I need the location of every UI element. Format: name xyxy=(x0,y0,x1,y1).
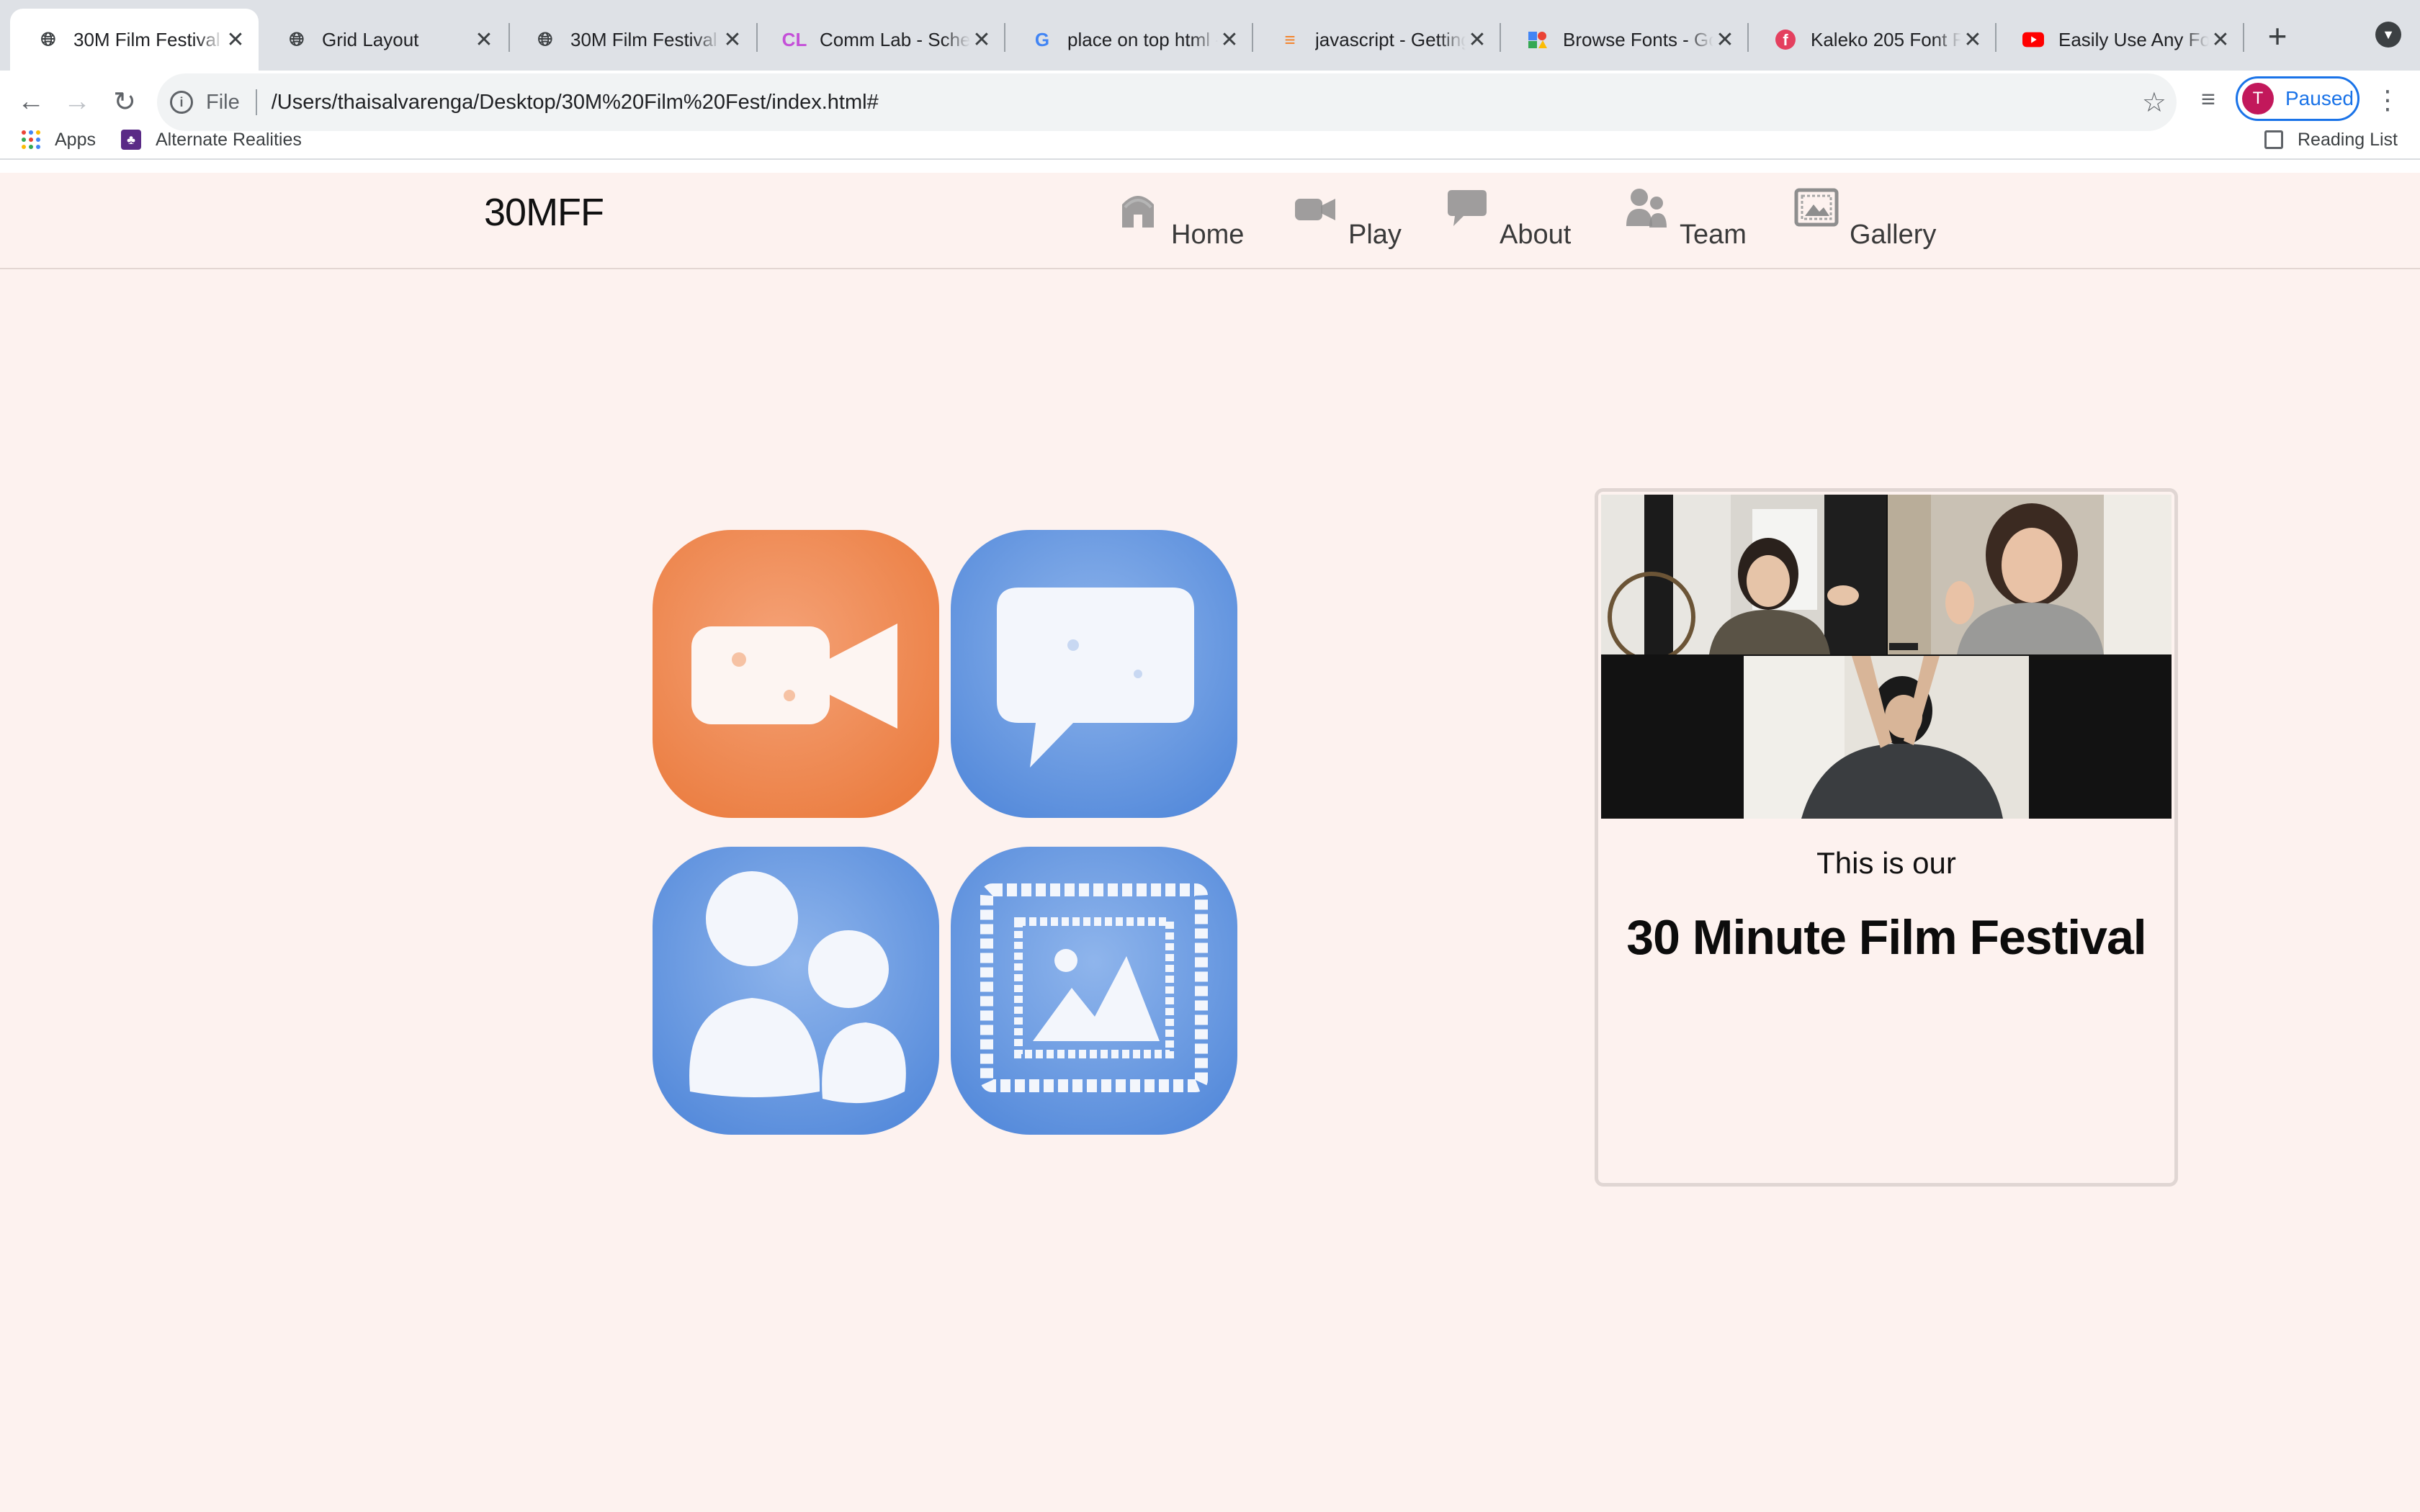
nav-about[interactable]: About xyxy=(1443,186,1571,258)
tab-separator xyxy=(2243,23,2244,52)
nav-label: Home xyxy=(1171,220,1245,250)
reading-list-button[interactable]: Reading List xyxy=(2264,130,2398,150)
about-tile[interactable] xyxy=(951,530,1237,818)
tab-title: 30M Film Festival xyxy=(73,28,220,50)
people-icon xyxy=(653,847,939,1135)
house-icon xyxy=(1122,196,1154,228)
profile-button[interactable]: T Paused xyxy=(2236,76,2360,121)
google-icon: G xyxy=(1034,28,1050,50)
hero-icon-grid xyxy=(653,530,1243,1139)
participant-tile xyxy=(1888,495,2172,654)
more-menu-icon[interactable]: ⋮ xyxy=(2375,82,2401,118)
tab-google-search[interactable]: G place on top html - Google Search ✕ xyxy=(1004,9,1252,71)
tab-google-fonts[interactable]: Browse Fonts - Google Fonts ✕ xyxy=(1500,9,1748,71)
tab-grid-layout[interactable]: 🌐︎ Grid Layout ✕ xyxy=(259,9,507,71)
picture-frame-icon xyxy=(1794,188,1839,227)
nav-label: Gallery xyxy=(1850,220,1937,250)
nav-team[interactable]: Team xyxy=(1623,186,1747,258)
facebook-icon: f xyxy=(1775,29,1796,50)
commlab-icon: CL xyxy=(781,28,807,50)
tab-title: Comm Lab - Schedule xyxy=(820,28,970,50)
nav-play[interactable]: Play xyxy=(1292,186,1402,258)
festival-card: This is our 30 Minute Film Festival xyxy=(1595,488,2178,1187)
tab-title: Kaleko 205 Font Family xyxy=(1811,28,1961,50)
profile-status: Paused xyxy=(2285,87,2354,109)
media-queue-icon[interactable]: ≡ xyxy=(2192,84,2224,115)
site-logo[interactable]: 30MFF xyxy=(484,190,604,235)
tab-comm-lab[interactable]: CL Comm Lab - Schedule ✕ xyxy=(756,9,1005,71)
bookmark-label: Apps xyxy=(55,129,96,150)
play-tile[interactable] xyxy=(653,530,939,818)
apps-grid-icon xyxy=(22,130,40,149)
stackoverflow-icon: ≡ xyxy=(1284,28,1296,50)
youtube-icon xyxy=(2022,29,2044,50)
back-arrow-icon[interactable]: ← xyxy=(13,84,49,120)
close-icon[interactable]: ✕ xyxy=(1713,28,1736,52)
gallery-tile[interactable] xyxy=(951,847,1237,1135)
globe-icon: 🌐︎ xyxy=(289,28,305,50)
tab-title: Easily Use Any Font xyxy=(2058,28,2209,50)
speech-bubble-icon xyxy=(951,530,1237,818)
tree-icon: ♣ xyxy=(121,130,141,150)
video-camera-icon xyxy=(1295,199,1335,220)
speech-bubble-icon xyxy=(1448,190,1487,226)
url-divider xyxy=(255,89,257,115)
globe-icon: 🌐︎ xyxy=(40,28,56,50)
reading-list-icon xyxy=(2264,130,2283,149)
bookmark-alternate-realities[interactable]: ♣ Alternate Realities xyxy=(121,130,302,150)
url-text[interactable]: /Users/thaisalvarenga/Desktop/30M%20Film… xyxy=(272,91,879,114)
close-icon[interactable]: ✕ xyxy=(472,28,496,52)
tab-30m-film-festival[interactable]: 🌐︎ 30M Film Festival ✕ xyxy=(10,9,259,71)
video-camera-icon xyxy=(653,530,939,818)
bookmark-apps[interactable]: Apps xyxy=(22,130,96,150)
globe-icon: 🌐︎ xyxy=(537,28,553,50)
info-icon[interactable]: i xyxy=(170,91,193,114)
tab-youtube[interactable]: Easily Use Any Font ✕ xyxy=(1995,9,2244,71)
reload-icon[interactable]: ↻ xyxy=(107,84,143,120)
reading-list-label: Reading List xyxy=(2298,129,2398,150)
nav-gallery[interactable]: Gallery xyxy=(1793,186,1936,258)
tab-kaleko-font[interactable]: f Kaleko 205 Font Family ✕ xyxy=(1747,9,1996,71)
close-icon[interactable]: ✕ xyxy=(1961,28,1984,52)
svg-text:f: f xyxy=(1783,31,1788,49)
close-icon[interactable]: ✕ xyxy=(224,28,247,52)
bookmark-star-icon[interactable]: ☆ xyxy=(2142,86,2166,119)
participant-tile xyxy=(1601,495,1886,654)
tab-strip: 🌐︎ 30M Film Festival ✕ 🌐︎ Grid Layout ✕ … xyxy=(0,0,2420,71)
nav-home[interactable]: Home xyxy=(1115,186,1244,258)
close-icon[interactable]: ✕ xyxy=(721,28,744,52)
video-call-screenshot xyxy=(1601,495,2172,819)
card-title: 30 Minute Film Festival xyxy=(1626,910,2146,965)
tab-stackoverflow[interactable]: ≡ javascript - Getting ✕ xyxy=(1252,9,1500,71)
forward-arrow-icon[interactable]: → xyxy=(59,84,95,120)
close-icon[interactable]: ✕ xyxy=(1466,28,1489,52)
people-icon xyxy=(1626,189,1667,228)
tab-title: javascript - Getting xyxy=(1315,28,1466,50)
close-icon[interactable]: ✕ xyxy=(970,28,993,52)
avatar: T xyxy=(2242,83,2274,114)
team-tile[interactable] xyxy=(653,847,939,1135)
participant-tile xyxy=(1744,656,2029,819)
tab-search-icon[interactable]: ▼ xyxy=(2375,22,2401,48)
card-subtitle: This is our xyxy=(1816,846,1956,880)
tab-title: Browse Fonts - Google Fonts xyxy=(1563,28,1713,50)
bookmark-label: Alternate Realities xyxy=(156,129,302,150)
bookmarks-bar: Apps ♣ Alternate Realities Reading List xyxy=(0,121,2420,158)
new-tab-button[interactable]: + xyxy=(2260,17,2295,55)
close-icon[interactable]: ✕ xyxy=(1218,28,1241,52)
tab-30m-film-festival-2[interactable]: 🌐︎ 30M Film Festival ✕ xyxy=(507,9,756,71)
close-icon[interactable]: ✕ xyxy=(2209,28,2232,52)
nav-label: About xyxy=(1500,220,1572,250)
google-fonts-icon xyxy=(1527,29,1549,50)
url-scheme: File xyxy=(206,90,240,114)
tab-title: Grid Layout xyxy=(322,28,419,50)
nav-label: Team xyxy=(1680,220,1747,250)
tab-title: place on top html - Google Search xyxy=(1067,28,1218,50)
picture-frame-icon xyxy=(951,847,1237,1135)
site-header: 30MFF Home Play About Team Gallery xyxy=(0,160,2420,269)
nav-label: Play xyxy=(1348,220,1402,250)
tab-title: 30M Film Festival xyxy=(570,28,717,50)
